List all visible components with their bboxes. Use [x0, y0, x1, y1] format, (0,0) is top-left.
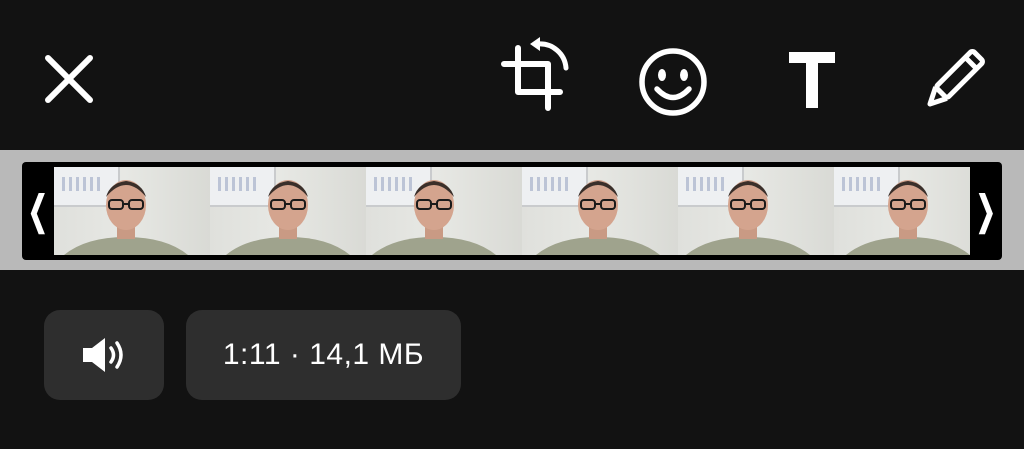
- close-button[interactable]: [36, 46, 102, 112]
- crop-rotate-icon: [501, 37, 569, 111]
- timeline-frame-thumbnail: [678, 167, 834, 255]
- video-info-badge: 1:11 · 14,1 МБ: [186, 310, 461, 400]
- smiley-icon: [639, 48, 707, 116]
- video-editor-screen: ❮ ❯ 1:11 · 14,1 МБ: [0, 0, 1024, 449]
- speaker-icon: [83, 338, 123, 372]
- trim-handle-right[interactable]: ❯: [970, 162, 1002, 260]
- timeline-thumbnails: [54, 167, 970, 255]
- emoji-button[interactable]: [633, 42, 713, 122]
- timeline-frame-thumbnail: [522, 167, 678, 255]
- timeline-frame-thumbnail: [210, 167, 366, 255]
- chevron-left-icon: ❮: [27, 189, 49, 233]
- close-icon: [45, 55, 93, 103]
- timeline-frame-thumbnail: [54, 167, 210, 255]
- chevron-right-icon: ❯: [975, 189, 997, 233]
- text-button[interactable]: [781, 44, 843, 114]
- top-toolbar: [0, 0, 1024, 150]
- draw-button[interactable]: [914, 40, 994, 120]
- trim-handle-left[interactable]: ❮: [22, 162, 54, 260]
- person-figure: [536, 180, 660, 255]
- mute-toggle-button[interactable]: [44, 310, 164, 400]
- person-figure: [64, 180, 188, 255]
- person-figure: [372, 180, 496, 255]
- text-icon: [789, 52, 835, 108]
- duration-size-label: 1:11 · 14,1 МБ: [222, 338, 425, 371]
- crop-rotate-button[interactable]: [494, 34, 578, 118]
- pencil-icon: [927, 49, 985, 107]
- person-figure: [846, 180, 970, 255]
- timeline-frame-thumbnail: [366, 167, 522, 255]
- timeline-frame-thumbnail: [834, 167, 970, 255]
- person-figure: [226, 180, 350, 255]
- person-figure: [686, 180, 810, 255]
